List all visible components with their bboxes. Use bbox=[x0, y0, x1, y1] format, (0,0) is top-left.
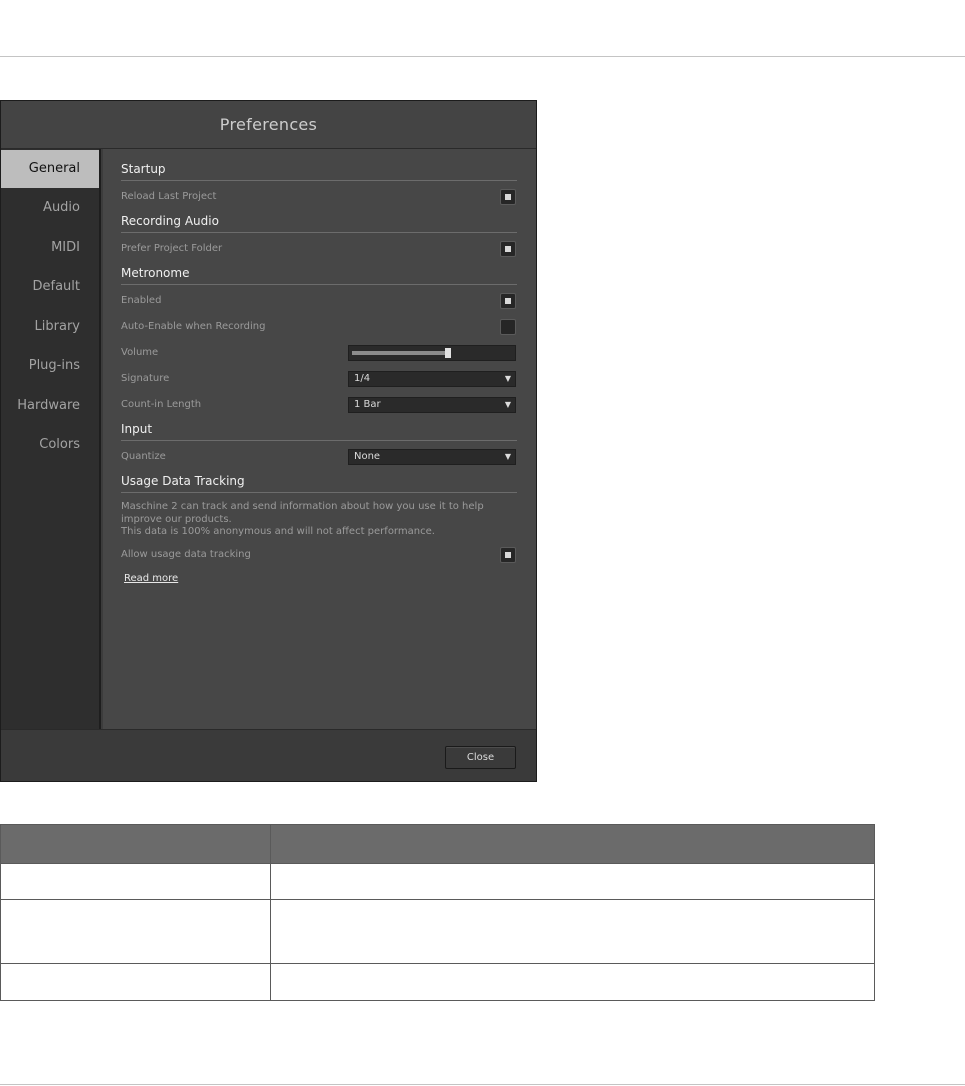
volume-label: Volume bbox=[121, 347, 159, 358]
quantize-label: Quantize bbox=[121, 451, 166, 462]
sidebar-item-midi[interactable]: MIDI bbox=[1, 229, 99, 267]
sidebar-item-audio[interactable]: Audio bbox=[1, 189, 99, 227]
usage-description-line: This data is 100% anonymous and will not… bbox=[121, 526, 435, 537]
dropdown-arrow-icon: ▼ bbox=[504, 452, 511, 461]
allow-usage-tracking-label: Allow usage data tracking bbox=[121, 549, 251, 560]
dropdown-arrow-icon: ▼ bbox=[504, 374, 511, 383]
reload-last-project-checkbox[interactable] bbox=[500, 189, 516, 205]
usage-description-line: improve our products. bbox=[121, 513, 232, 525]
checkbox-tick-icon bbox=[505, 298, 511, 304]
count-in-length-value: 1 Bar bbox=[354, 399, 381, 410]
sidebar-item-default[interactable]: Default bbox=[1, 268, 99, 306]
table-row-divider bbox=[1, 963, 874, 964]
read-more-link[interactable]: Read more bbox=[124, 573, 178, 584]
sidebar-item-plug-ins[interactable]: Plug-ins bbox=[1, 347, 99, 385]
section-title-usage-data-tracking: Usage Data Tracking bbox=[121, 473, 517, 493]
section-title-startup: Startup bbox=[121, 161, 517, 181]
volume-slider-fill bbox=[352, 351, 448, 355]
metronome-enabled-label: Enabled bbox=[121, 295, 162, 306]
volume-slider-handle[interactable] bbox=[445, 348, 451, 358]
signature-label: Signature bbox=[121, 373, 170, 384]
table-column-divider bbox=[270, 825, 271, 1000]
count-in-length-dropdown[interactable]: 1 Bar ▼ bbox=[348, 397, 516, 413]
usage-description-line: Maschine 2 can track and send informatio… bbox=[121, 501, 484, 512]
checkbox-tick-icon bbox=[505, 194, 511, 200]
preferences-window: Preferences General Audio MIDI Default L… bbox=[0, 100, 537, 782]
auto-enable-label: Auto-Enable when Recording bbox=[121, 321, 266, 332]
window-title: Preferences bbox=[1, 101, 536, 149]
page-bottom-rule bbox=[0, 1084, 965, 1085]
sidebar-item-colors[interactable]: Colors bbox=[1, 426, 99, 464]
allow-usage-tracking-checkbox[interactable] bbox=[500, 547, 516, 563]
auto-enable-checkbox[interactable] bbox=[500, 319, 516, 335]
prefer-project-folder-checkbox[interactable] bbox=[500, 241, 516, 257]
section-title-input: Input bbox=[121, 421, 517, 441]
general-settings-panel: Startup Reload Last Project Recording Au… bbox=[103, 149, 536, 729]
sidebar-item-library[interactable]: Library bbox=[1, 308, 99, 346]
count-in-length-label: Count-in Length bbox=[121, 399, 202, 410]
page-top-rule bbox=[0, 56, 965, 57]
prefer-project-folder-label: Prefer Project Folder bbox=[121, 243, 223, 254]
checkbox-tick-icon bbox=[505, 246, 511, 252]
section-title-recording-audio: Recording Audio bbox=[121, 213, 517, 233]
reload-last-project-label: Reload Last Project bbox=[121, 191, 217, 202]
section-title-metronome: Metronome bbox=[121, 265, 517, 285]
document-table bbox=[0, 824, 875, 1001]
checkbox-tick-icon bbox=[505, 552, 511, 558]
preferences-sidebar: General Audio MIDI Default Library Plug-… bbox=[1, 149, 101, 729]
table-row-divider bbox=[1, 899, 874, 900]
usage-description: Maschine 2 can track and send informatio… bbox=[121, 501, 521, 539]
quantize-value: None bbox=[354, 451, 381, 462]
dropdown-arrow-icon: ▼ bbox=[504, 400, 511, 409]
signature-value: 1/4 bbox=[354, 373, 371, 384]
table-header-row bbox=[1, 825, 874, 863]
volume-slider[interactable] bbox=[348, 345, 516, 361]
metronome-enabled-checkbox[interactable] bbox=[500, 293, 516, 309]
sidebar-item-general[interactable]: General bbox=[1, 150, 99, 188]
signature-dropdown[interactable]: 1/4 ▼ bbox=[348, 371, 516, 387]
window-footer: Close bbox=[1, 729, 536, 781]
table-row-divider bbox=[1, 863, 874, 864]
close-button[interactable]: Close bbox=[445, 746, 516, 769]
quantize-dropdown[interactable]: None ▼ bbox=[348, 449, 516, 465]
sidebar-item-hardware[interactable]: Hardware bbox=[1, 387, 99, 425]
